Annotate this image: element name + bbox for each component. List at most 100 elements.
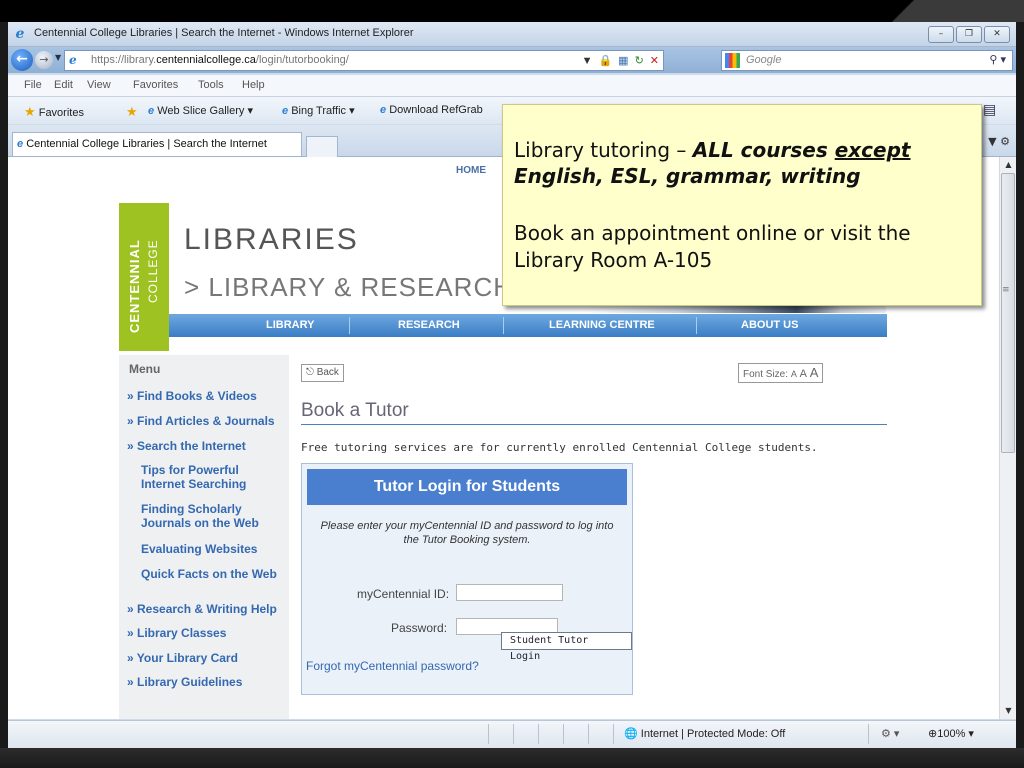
download-refgrab-link[interactable]: e Download RefGrab	[380, 104, 483, 116]
callout-line-1: Library tutoring – ALL courses except	[514, 138, 911, 162]
close-button[interactable]: ✕	[984, 26, 1010, 43]
side-menu: Menu » Find Books & Videos » Find Articl…	[119, 355, 289, 719]
side-search-internet[interactable]: » Search the Internet	[127, 439, 246, 453]
site-subtitle: > LIBRARY & RESEARCH	[184, 272, 513, 302]
feed-icon[interactable]: ▤	[983, 101, 996, 118]
side-quick-facts[interactable]: Quick Facts on the Web	[141, 567, 281, 581]
intro-text: Free tutoring services are for currently…	[301, 441, 818, 454]
status-divider	[613, 724, 614, 744]
page-icon: e	[282, 105, 289, 117]
dropdown-icon[interactable]: ▼	[582, 52, 593, 71]
add-favorite-icon[interactable]: ★	[126, 104, 138, 120]
menu-view[interactable]: View	[87, 79, 111, 91]
minimize-button[interactable]: –	[928, 26, 954, 43]
status-divider	[868, 724, 869, 744]
page-icon: e	[148, 105, 155, 117]
new-tab-button[interactable]	[306, 136, 338, 157]
tools-icon[interactable]: ▼ ⚙	[988, 135, 1010, 148]
side-find-books[interactable]: » Find Books & Videos	[127, 389, 257, 403]
menu-bar: File Edit View Favorites Tools Help	[8, 75, 1016, 97]
window-title: Centennial College Libraries | Search th…	[34, 27, 414, 39]
page-icon: e	[380, 104, 387, 116]
menu-favorites[interactable]: Favorites	[133, 79, 178, 91]
side-scholarly-journals[interactable]: Finding Scholarly Journals on the Web	[141, 502, 281, 530]
zoom-control[interactable]: ⊕100% ▾	[928, 727, 974, 740]
font-large[interactable]: A	[810, 365, 819, 380]
page-heading: Book a Tutor	[301, 400, 409, 421]
menu-tools[interactable]: Tools	[198, 79, 224, 91]
nav-divider	[696, 317, 697, 334]
site-title: LIBRARIES	[184, 223, 359, 256]
page-icon: e	[69, 53, 77, 67]
id-label: myCentennial ID:	[357, 587, 450, 601]
nav-research[interactable]: RESEARCH	[398, 319, 460, 331]
tab-current[interactable]: e Centennial College Libraries | Search …	[12, 132, 302, 156]
side-library-card[interactable]: » Your Library Card	[127, 651, 238, 665]
title-bar: e Centennial College Libraries | Search …	[8, 22, 1016, 47]
status-divider	[513, 724, 514, 744]
mycentennial-id-field[interactable]	[456, 584, 563, 601]
bing-traffic-link[interactable]: e Bing Traffic ▾	[282, 104, 355, 117]
menu-file[interactable]: File	[24, 79, 42, 91]
home-link[interactable]: HOME	[456, 165, 486, 176]
status-divider	[488, 724, 489, 744]
slide-bottom-band	[0, 748, 1024, 768]
menu-help[interactable]: Help	[242, 79, 265, 91]
forward-arrow-icon[interactable]: →	[35, 51, 53, 69]
url-field[interactable]: e https://library.centennialcollege.ca/l…	[64, 50, 664, 71]
logo-centennial-text: CENTENNIAL	[127, 239, 142, 333]
back-icon: ⎋	[306, 367, 314, 378]
back-arrow-icon[interactable]: ←	[11, 49, 33, 71]
font-size-label: Font Size:	[743, 369, 789, 380]
vertical-scrollbar[interactable]: ▲ ≡ ▼	[999, 157, 1016, 719]
scroll-thumb[interactable]	[1001, 173, 1015, 453]
side-find-articles[interactable]: » Find Articles & Journals	[127, 414, 275, 428]
security-zone[interactable]: 🌐 Internet | Protected Mode: Off	[624, 727, 785, 740]
scroll-down-icon[interactable]: ▼	[1000, 703, 1016, 719]
address-bar: ← → ▼ e https://library.centennialcolleg…	[8, 47, 1016, 73]
menu-edit[interactable]: Edit	[54, 79, 73, 91]
forgot-password-link[interactable]: Forgot myCentennial password?	[306, 659, 479, 673]
font-small[interactable]: A	[791, 369, 797, 379]
side-tips-searching[interactable]: Tips for Powerful Internet Searching	[141, 463, 281, 491]
favorites-button[interactable]: ★ Favorites	[24, 104, 84, 120]
web-slice-gallery-link[interactable]: e Web Slice Gallery ▾	[148, 104, 253, 117]
nav-learning-centre[interactable]: LEARNING CENTRE	[549, 319, 655, 331]
font-medium[interactable]: A	[800, 368, 807, 380]
side-library-guidelines[interactable]: » Library Guidelines	[127, 675, 242, 689]
status-divider	[563, 724, 564, 744]
side-research-writing[interactable]: » Research & Writing Help	[127, 602, 277, 616]
password-label: Password:	[391, 621, 448, 635]
heading-rule	[301, 424, 887, 425]
callout-line-3: Book an appointment online or visit the	[514, 221, 911, 245]
tutor-login-form: Tutor Login for Students Please enter yo…	[301, 463, 633, 695]
back-button[interactable]: ⎋ Back	[301, 364, 344, 382]
logo-college-text: COLLEGE	[146, 239, 160, 303]
maximize-button[interactable]: ❐	[956, 26, 982, 43]
login-instructions: Please enter your myCentennial ID and pa…	[320, 520, 614, 546]
lock-icon[interactable]: 🔒	[598, 52, 612, 71]
slide-top-accent	[824, 0, 1024, 22]
refresh-icon[interactable]: ↻	[635, 52, 644, 71]
stop-icon[interactable]: ✕	[650, 52, 659, 71]
page-icon: e	[17, 138, 24, 150]
search-icon[interactable]: ⚲ ▾	[989, 51, 1006, 70]
scroll-up-icon[interactable]: ▲	[1000, 157, 1016, 173]
side-library-classes[interactable]: » Library Classes	[127, 626, 226, 640]
nav-library[interactable]: LIBRARY	[266, 319, 314, 331]
star-icon: ★	[24, 104, 36, 119]
gear-icon[interactable]: ⚙ ▾	[881, 727, 899, 740]
history-dropdown-icon[interactable]: ▼	[55, 53, 61, 62]
login-title: Tutor Login for Students	[307, 469, 627, 505]
compatibility-icon[interactable]: ▦	[618, 52, 628, 71]
google-icon	[725, 53, 740, 68]
search-input[interactable]: Google ⚲ ▾	[721, 50, 1013, 71]
window-controls: – ❐ ✕	[928, 26, 1010, 43]
side-evaluating-websites[interactable]: Evaluating Websites	[141, 542, 281, 556]
student-tutor-login-button[interactable]: Student Tutor Login	[501, 632, 632, 662]
url-text: https://library.centennialcollege.ca/log…	[91, 54, 349, 66]
status-divider	[538, 724, 539, 744]
browser-window: e Centennial College Libraries | Search …	[8, 22, 1016, 748]
nav-about-us[interactable]: ABOUT US	[741, 319, 798, 331]
scroll-grip-icon: ≡	[1002, 285, 1010, 295]
